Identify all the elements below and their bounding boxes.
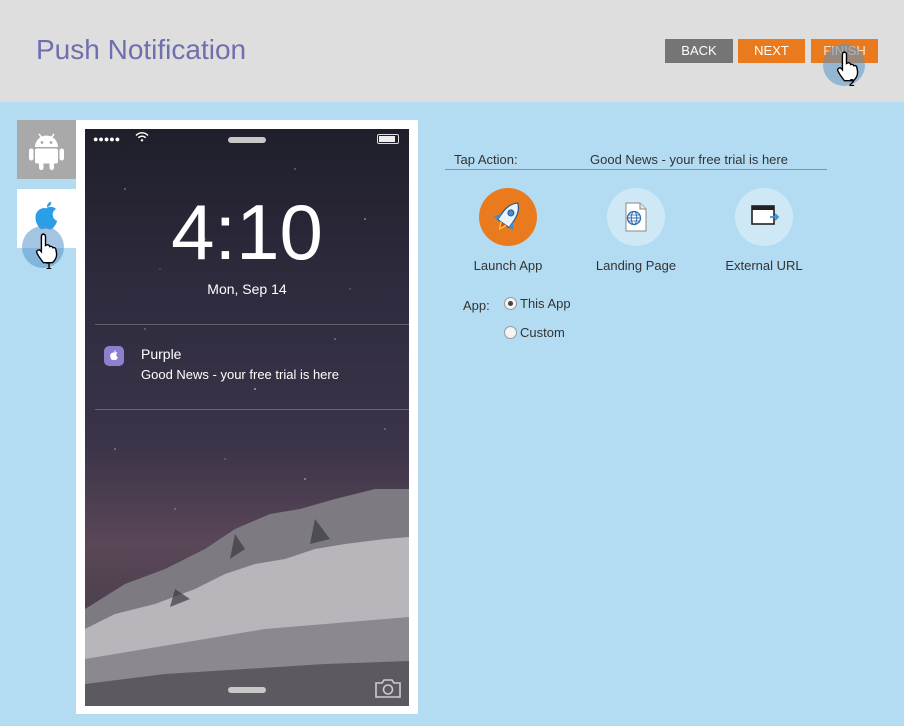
notification-divider-bottom xyxy=(95,409,409,410)
rocket-icon xyxy=(493,202,520,231)
custom-radio[interactable] xyxy=(504,326,517,339)
external-window-icon xyxy=(751,205,780,225)
tap-action-value[interactable]: Good News - your free trial is here xyxy=(590,152,788,167)
notification-app-icon xyxy=(104,346,124,366)
next-button[interactable]: NEXT xyxy=(738,39,805,63)
step-1-cursor: 1 xyxy=(22,226,68,272)
this-app-label[interactable]: This App xyxy=(520,296,571,311)
mountain-image xyxy=(85,489,409,706)
back-button[interactable]: BACK xyxy=(665,39,733,63)
notification-app-name: Purple xyxy=(141,346,182,362)
custom-label[interactable]: Custom xyxy=(520,325,565,340)
step-number: 1 xyxy=(46,261,52,272)
landing-page-label: Landing Page xyxy=(595,258,677,273)
notification-divider-top xyxy=(95,324,409,325)
external-url-circle[interactable] xyxy=(735,188,793,246)
speaker-slot xyxy=(228,137,266,143)
external-url-option[interactable]: External URL xyxy=(699,188,829,273)
home-indicator xyxy=(228,687,266,693)
landing-page-option[interactable]: Landing Page xyxy=(571,188,701,273)
app-label: App: xyxy=(463,298,490,313)
header-bar: Push Notification BACK NEXT FINISH xyxy=(0,0,904,102)
lock-screen-date: Mon, Sep 14 xyxy=(207,281,287,297)
external-url-label: External URL xyxy=(725,258,803,273)
apple-icon xyxy=(110,350,118,361)
page-title: Push Notification xyxy=(36,34,247,65)
phone-preview: ●●●●● 4:10 Mon, Sep 14 Purple Good News … xyxy=(76,120,418,714)
this-app-radio[interactable] xyxy=(504,297,517,310)
lock-screen-time: 4:10 xyxy=(171,188,323,276)
camera-icon xyxy=(375,679,401,698)
launch-app-label: Launch App xyxy=(473,258,543,273)
launch-app-circle[interactable] xyxy=(479,188,537,246)
battery-icon xyxy=(377,134,399,144)
lock-screen: ●●●●● 4:10 Mon, Sep 14 Purple Good News … xyxy=(85,129,409,706)
signal-strength: ●●●●● xyxy=(93,134,121,144)
notification-message: Good News - your free trial is here xyxy=(141,367,339,382)
tap-action-underline xyxy=(445,169,827,170)
wifi-icon xyxy=(135,132,149,142)
globe-page-icon xyxy=(625,202,647,232)
android-tab[interactable] xyxy=(17,120,76,179)
tap-action-label: Tap Action: xyxy=(454,152,518,167)
android-icon xyxy=(29,133,64,170)
step-2-cursor: 2 xyxy=(823,44,869,90)
launch-app-option[interactable]: Launch App xyxy=(443,188,573,273)
step-number: 2 xyxy=(849,78,855,89)
landing-page-circle[interactable] xyxy=(607,188,665,246)
